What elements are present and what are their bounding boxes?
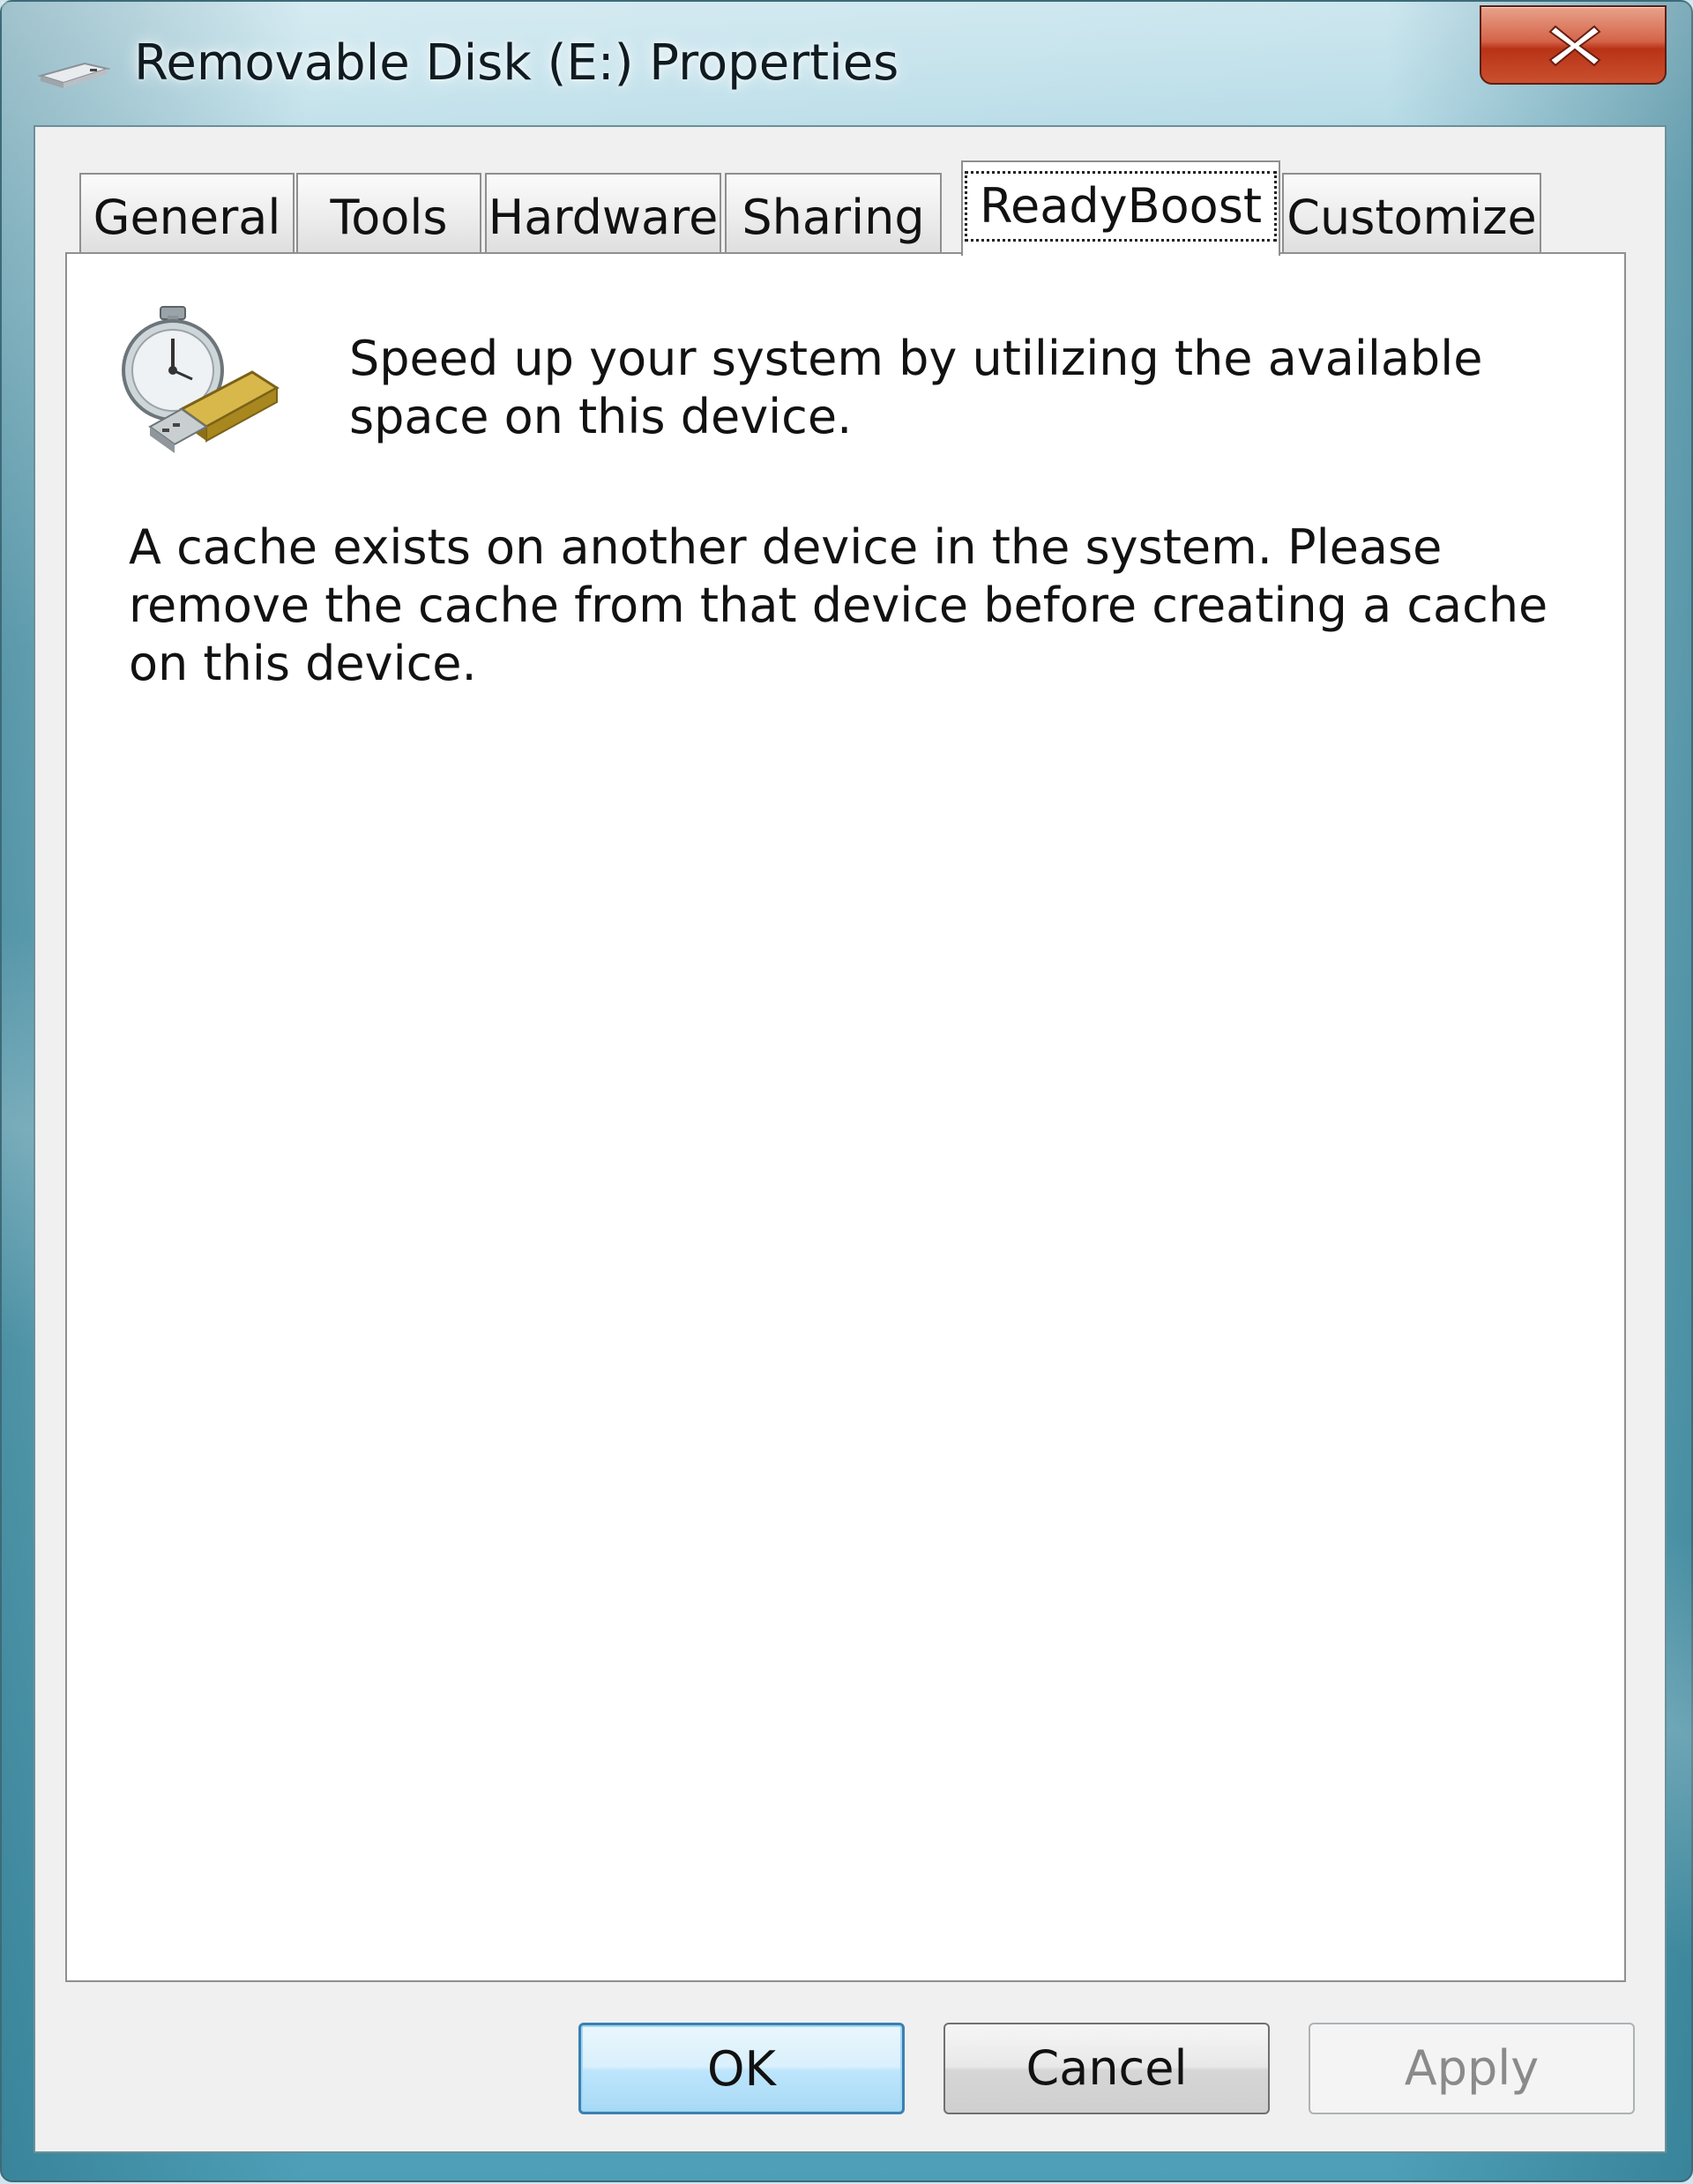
tab-label: ReadyBoost: [964, 171, 1278, 242]
tab-label: Sharing: [742, 190, 925, 245]
apply-button[interactable]: Apply: [1309, 2023, 1635, 2114]
tab-readyboost[interactable]: ReadyBoost: [961, 160, 1280, 256]
tab-hardware[interactable]: Hardware: [485, 173, 721, 254]
readyboost-headline: Speed up your system by utilizing the av…: [349, 331, 1483, 444]
readyboost-stopwatch-usb-icon: [122, 306, 280, 453]
cancel-button[interactable]: Cancel: [943, 2023, 1270, 2114]
tab-sharing[interactable]: Sharing: [725, 173, 942, 254]
readyboost-status-message: A cache exists on another device in the …: [129, 519, 1548, 691]
window-title: Removable Disk (E:) Properties: [134, 34, 899, 92]
removable-drive-icon: [37, 62, 111, 88]
readyboost-panel: Speed up your system by utilizing the av…: [65, 252, 1626, 1982]
close-button[interactable]: [1480, 5, 1667, 85]
tab-label: Hardware: [488, 190, 719, 245]
ok-button[interactable]: OK: [578, 2023, 905, 2114]
close-icon: [1548, 25, 1601, 67]
properties-window: Removable Disk (E:) Properties General T…: [0, 0, 1693, 2184]
dialog-client-area: General Tools Hardware Sharing ReadyBoos…: [34, 125, 1667, 2153]
tab-customize[interactable]: Customize: [1282, 173, 1541, 254]
tab-label: Tools: [330, 190, 448, 245]
tab-tools[interactable]: Tools: [296, 173, 481, 254]
tab-label: Customize: [1287, 190, 1537, 245]
tab-label: General: [93, 190, 281, 245]
tab-general[interactable]: General: [79, 173, 295, 254]
